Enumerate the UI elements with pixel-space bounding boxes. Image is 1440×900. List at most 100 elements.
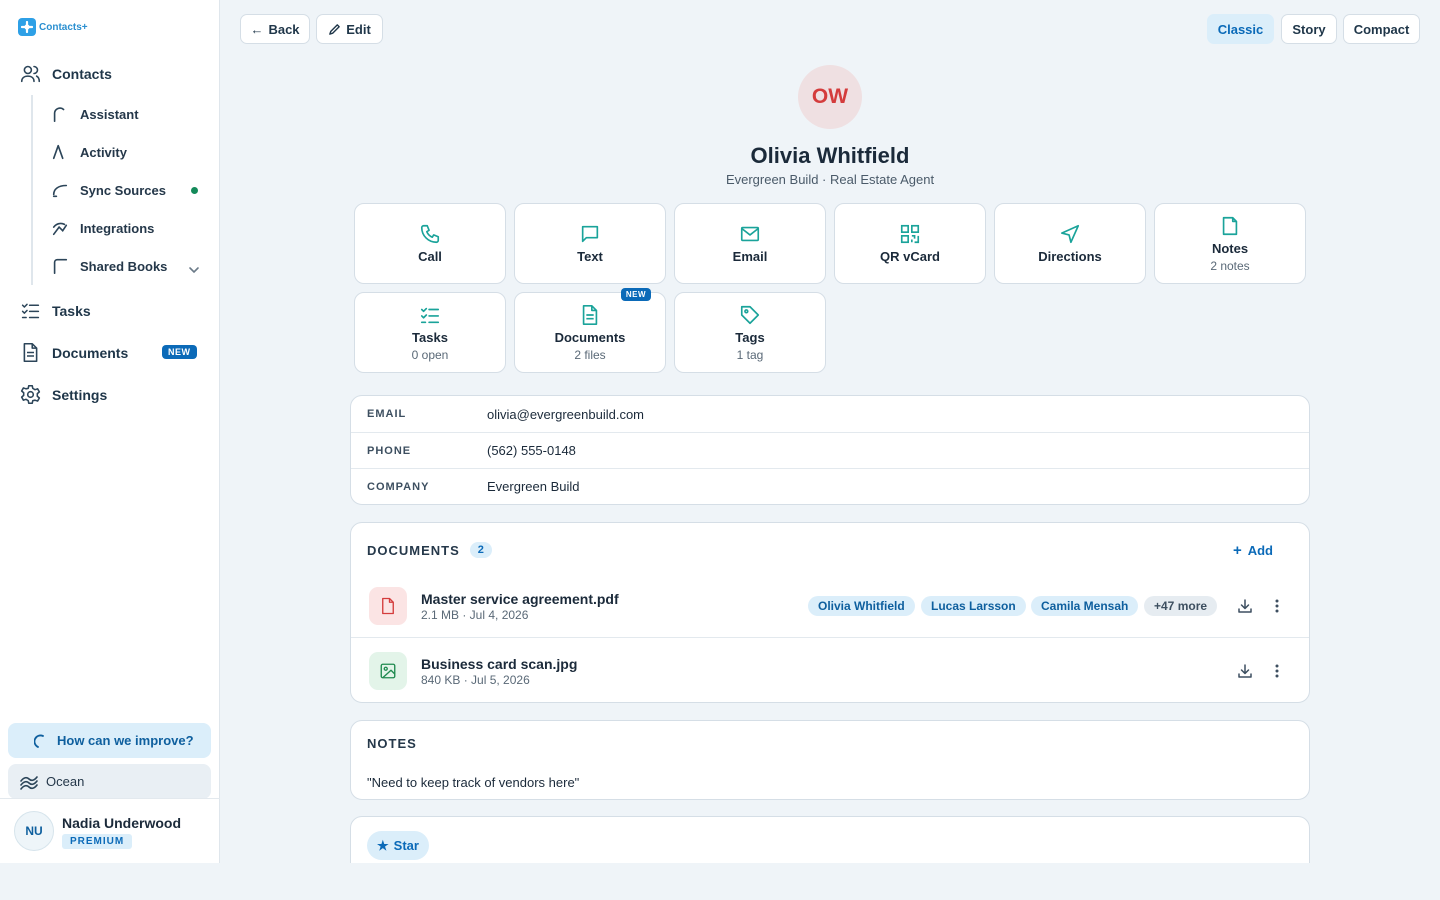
arrow-left-icon: ← bbox=[250, 21, 264, 37]
plus-icon: + bbox=[1232, 542, 1242, 559]
divider bbox=[0, 798, 220, 799]
sidebar-item-shared-books[interactable]: Shared Books bbox=[51, 257, 167, 275]
contact-info-card: EMAIL olivia@evergreenbuild.com PHONE (5… bbox=[350, 395, 1310, 505]
more-vertical-icon[interactable] bbox=[1268, 662, 1286, 680]
message-icon bbox=[581, 225, 599, 243]
tile-label: Text bbox=[577, 249, 603, 264]
qr-vcard-action[interactable]: QR vCard bbox=[834, 203, 986, 284]
integrations-icon bbox=[52, 222, 68, 236]
info-row-email: EMAIL olivia@evergreenbuild.com bbox=[351, 396, 1309, 432]
nav-contacts-label: Contacts bbox=[52, 65, 112, 82]
document-meta: 2.1 MB · Jul 4, 2026 bbox=[421, 608, 529, 622]
feedback-button[interactable]: How can we improve? bbox=[8, 723, 211, 758]
star-icon: ★ bbox=[377, 837, 389, 853]
sidebar-item-integrations[interactable]: Integrations bbox=[51, 219, 154, 237]
back-label: Back bbox=[268, 21, 300, 37]
view-classic-button[interactable]: Classic bbox=[1207, 14, 1274, 44]
note-icon bbox=[1222, 216, 1238, 235]
more-vertical-icon[interactable] bbox=[1268, 597, 1286, 615]
nav-tasks[interactable]: Tasks bbox=[20, 300, 91, 321]
sidebar-item-label: Shared Books bbox=[80, 258, 168, 274]
tags-action[interactable]: Tags 1 tag bbox=[674, 292, 826, 373]
nav-tasks-label: Tasks bbox=[52, 302, 91, 319]
theme-label: Ocean bbox=[46, 774, 85, 789]
tasks-action[interactable]: Tasks 0 open bbox=[354, 292, 506, 373]
theme-switcher[interactable]: Ocean bbox=[8, 764, 211, 799]
sidebar-item-label: Integrations bbox=[80, 220, 155, 236]
nav-contacts[interactable]: Contacts bbox=[20, 63, 112, 84]
list-item[interactable]: Business card scan.jpg 840 KB · Jul 5, 2… bbox=[351, 638, 1309, 703]
notes-action[interactable]: Notes 2 notes bbox=[1154, 203, 1306, 284]
info-row-phone: PHONE (562) 555-0148 bbox=[351, 432, 1309, 468]
document-icon bbox=[23, 342, 38, 363]
subnav-guide bbox=[31, 95, 33, 285]
pencil-icon bbox=[329, 23, 341, 35]
shared-books-icon bbox=[53, 258, 68, 275]
call-action[interactable]: Call bbox=[354, 203, 506, 284]
view-story-button[interactable]: Story bbox=[1281, 14, 1337, 44]
tile-label: Email bbox=[732, 249, 768, 264]
documents-card: DOCUMENTS 2 + Add Master service agreeme… bbox=[350, 522, 1310, 703]
document-name[interactable]: Business card scan.jpg bbox=[421, 656, 577, 672]
text-action[interactable]: Text bbox=[514, 203, 666, 284]
document-name[interactable]: Master service agreement.pdf bbox=[421, 591, 619, 607]
info-label: EMAIL bbox=[367, 408, 407, 420]
sidebar: Contacts+ Contacts Assistant Activity Sy… bbox=[0, 0, 220, 863]
assistant-icon bbox=[53, 107, 65, 123]
tag-chip[interactable]: Olivia Whitfield bbox=[808, 596, 915, 616]
app-logo[interactable]: Contacts+ bbox=[18, 18, 88, 36]
add-document-button[interactable]: + Add bbox=[1233, 542, 1273, 559]
logo-icon bbox=[18, 18, 36, 36]
users-icon bbox=[20, 65, 41, 83]
info-row-company: COMPANY Evergreen Build bbox=[351, 468, 1309, 504]
edit-button[interactable]: Edit bbox=[316, 14, 383, 44]
download-icon[interactable] bbox=[1236, 662, 1254, 680]
sync-status-dot bbox=[191, 187, 198, 194]
info-label: PHONE bbox=[367, 444, 412, 457]
info-label: COMPANY bbox=[367, 480, 430, 493]
chevron-down-icon[interactable] bbox=[187, 263, 201, 277]
count-badge: 2 bbox=[469, 542, 492, 558]
feedback-icon bbox=[34, 734, 44, 748]
tasks-icon bbox=[21, 303, 40, 319]
add-label: Add bbox=[1247, 543, 1273, 558]
tile-label: Call bbox=[418, 249, 442, 264]
email-action[interactable]: Email bbox=[674, 203, 826, 284]
user-name: Nadia Underwood bbox=[62, 815, 182, 831]
star-button[interactable]: ★ Star bbox=[367, 831, 429, 860]
tile-sub: 2 files bbox=[574, 347, 606, 362]
avatar[interactable]: NU bbox=[14, 811, 54, 851]
checklist-icon bbox=[420, 307, 440, 323]
file-text-icon bbox=[582, 304, 598, 325]
tile-label: Directions bbox=[1038, 249, 1102, 264]
contact-name: Olivia Whitfield bbox=[750, 143, 910, 168]
back-button[interactable]: ← Back bbox=[240, 14, 310, 44]
tag-chip[interactable]: Camila Mensah bbox=[1031, 596, 1139, 616]
view-compact-button[interactable]: Compact bbox=[1343, 14, 1420, 44]
list-item[interactable]: Master service agreement.pdf 2.1 MB · Ju… bbox=[351, 573, 1309, 638]
mail-icon bbox=[740, 226, 760, 242]
more-tags-chip[interactable]: +47 more bbox=[1144, 596, 1218, 616]
contact-avatar: OW bbox=[798, 65, 862, 129]
download-icon[interactable] bbox=[1236, 597, 1254, 615]
footer-strip bbox=[0, 863, 1440, 900]
sidebar-item-assistant[interactable]: Assistant bbox=[51, 105, 139, 123]
star-label: Star bbox=[393, 838, 419, 853]
documents-action[interactable]: NEW Documents 2 files bbox=[514, 288, 666, 373]
tile-label: Documents bbox=[554, 329, 626, 345]
tile-label: Tasks bbox=[412, 329, 448, 345]
tag-chip[interactable]: Lucas Larsson bbox=[921, 596, 1026, 616]
company-value: Evergreen Build bbox=[487, 479, 580, 494]
app-name: Contacts+ bbox=[39, 21, 88, 33]
phone-icon bbox=[420, 224, 440, 244]
nav-documents[interactable]: Documents bbox=[20, 342, 128, 363]
image-file-icon bbox=[369, 652, 407, 690]
new-badge: NEW bbox=[620, 288, 651, 301]
nav-settings[interactable]: Settings bbox=[20, 384, 107, 405]
contact-subtitle: Evergreen Build · Real Estate Agent bbox=[725, 172, 935, 187]
directions-action[interactable]: Directions bbox=[994, 203, 1146, 284]
feedback-label: How can we improve? bbox=[57, 733, 194, 748]
notes-card: NOTES "Need to keep track of vendors her… bbox=[350, 720, 1310, 800]
phone-value[interactable]: (562) 555-0148 bbox=[487, 443, 576, 458]
email-value[interactable]: olivia@evergreenbuild.com bbox=[487, 407, 644, 422]
